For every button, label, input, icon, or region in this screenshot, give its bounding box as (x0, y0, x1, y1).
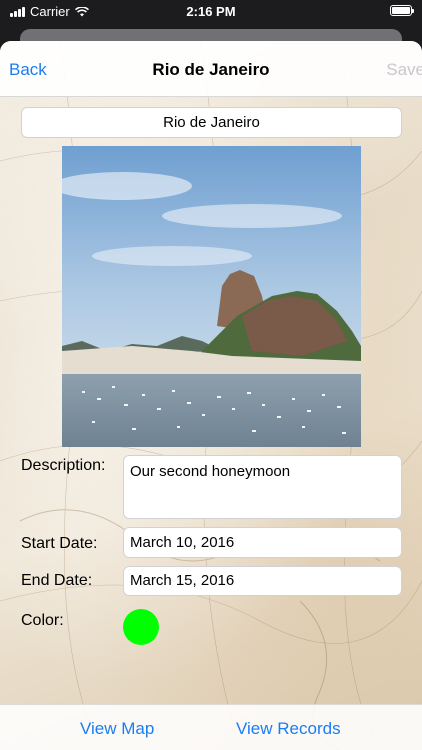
description-label: Description: (21, 457, 106, 474)
rio-landscape-image (62, 146, 361, 447)
start-date-label: Start Date: (21, 535, 98, 552)
trip-name-field[interactable]: Rio de Janeiro (21, 107, 402, 138)
start-date-field[interactable]: March 10, 2016 (123, 527, 402, 558)
bottom-toolbar: View Map View Records (0, 704, 422, 750)
edit-trip-sheet: Back Rio de Janeiro Save Rio de Janeiro (0, 41, 422, 750)
color-swatch[interactable] (123, 609, 159, 645)
view-map-button[interactable]: View Map (80, 719, 154, 739)
color-label: Color: (21, 612, 64, 629)
page-title: Rio de Janeiro (152, 60, 270, 79)
description-field[interactable]: Our second honeymoon (123, 455, 402, 519)
view-records-button[interactable]: View Records (236, 719, 341, 739)
save-button[interactable]: Save (386, 60, 422, 80)
trip-photo[interactable] (62, 146, 361, 447)
end-date-field[interactable]: March 15, 2016 (123, 566, 402, 596)
navigation-bar: Back Rio de Janeiro Save (0, 41, 422, 97)
clock: 2:16 PM (186, 4, 236, 19)
battery-icon (390, 5, 414, 16)
status-bar: Carrier 2:16 PM (0, 0, 422, 26)
end-date-label: End Date: (21, 572, 93, 589)
